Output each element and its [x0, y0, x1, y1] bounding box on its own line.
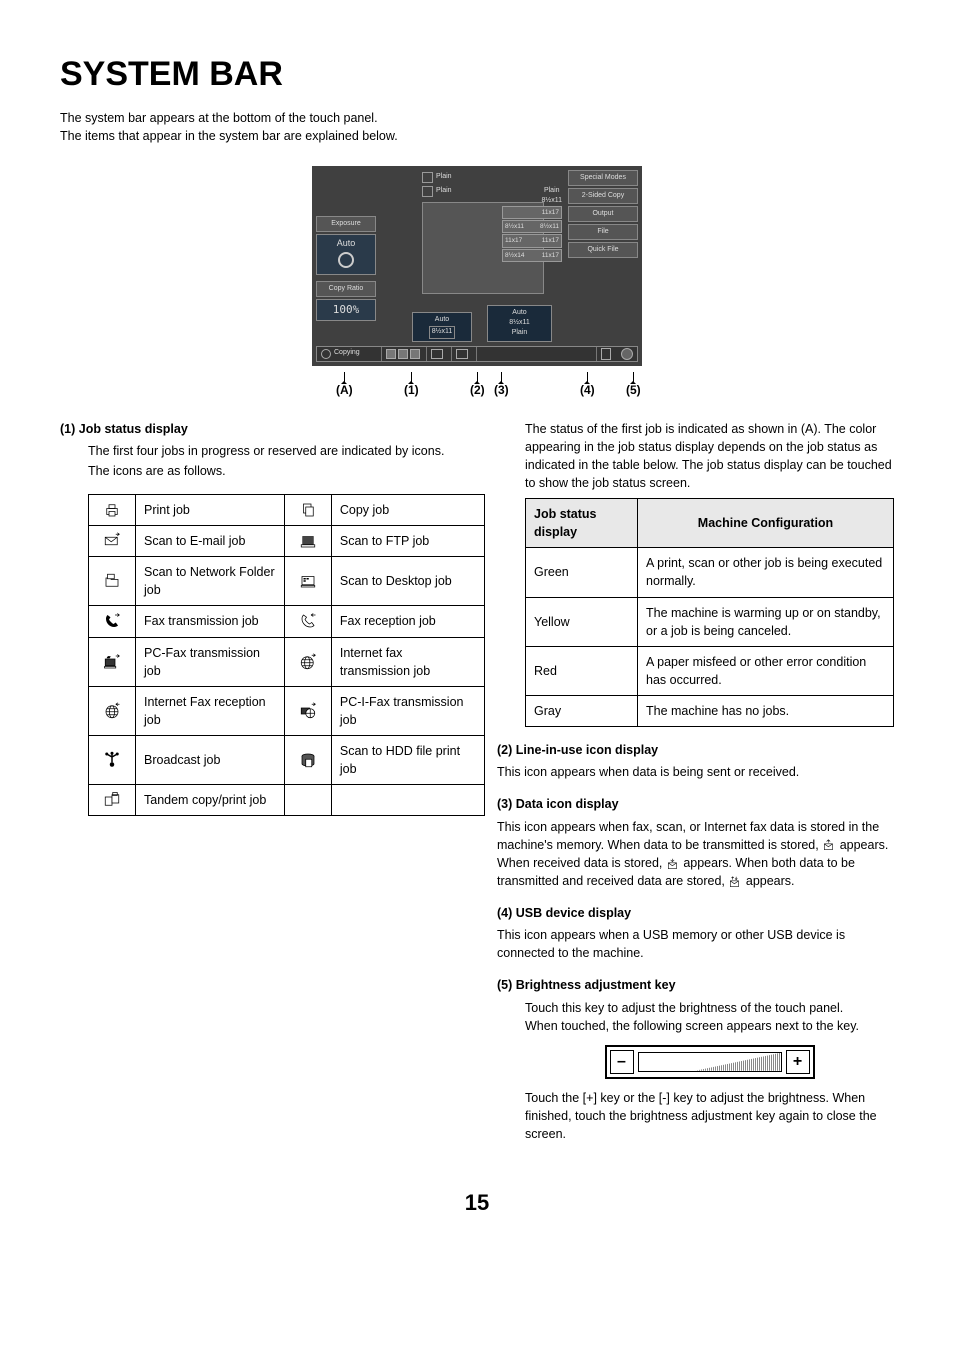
- copy-job-icon: [284, 494, 331, 525]
- intro-line-2: The items that appear in the system bar …: [60, 129, 398, 143]
- fax-rx-icon: [284, 606, 331, 637]
- empty-icon-cell: [284, 785, 331, 816]
- icon-label: Broadcast job: [136, 736, 285, 785]
- icon-label: Tandem copy/print job: [136, 785, 285, 816]
- intro-line-1: The system bar appears at the bottom of …: [60, 111, 378, 125]
- copy-ratio-value: 100%: [316, 299, 376, 321]
- sysbar-usb-icon: [596, 347, 621, 361]
- icon-label: Fax reception job: [331, 606, 484, 637]
- tray-list: 11x17 8½x118½x11 11x1711x17 8½x1411x17: [502, 206, 562, 264]
- icon-label: PC-Fax transmission job: [136, 637, 285, 686]
- page-title: SYSTEM BAR: [60, 50, 894, 99]
- label-5: (5): [626, 382, 641, 399]
- icon-label: PC-I-Fax transmission job: [331, 686, 484, 735]
- file-button: File: [568, 224, 638, 240]
- output-button: Output: [568, 206, 638, 222]
- section-5-p2: When touched, the following screen appea…: [525, 1017, 894, 1035]
- section-1-p1: The first four jobs in progress or reser…: [88, 442, 457, 460]
- table-row: GreenA print, scan or other job is being…: [526, 548, 894, 597]
- sysbar-reserved-jobs: [382, 347, 427, 361]
- sysbar-job-status: Copying: [334, 348, 360, 358]
- section-5-p1: Touch this key to adjust the brightness …: [525, 999, 894, 1017]
- icon-label: Fax transmission job: [136, 606, 285, 637]
- scan-network-folder-icon: [89, 557, 136, 606]
- two-sided-button: 2-Sided Copy: [568, 188, 638, 204]
- section-5-p3: Touch the [+] key or the [-] key to adju…: [525, 1089, 894, 1143]
- icon-label: Internet fax transmission job: [331, 637, 484, 686]
- ifax-tx-icon: [284, 637, 331, 686]
- label-4: (4): [580, 382, 595, 399]
- tx-data-icon: [822, 839, 836, 851]
- scan-email-icon: [89, 526, 136, 557]
- icon-label: [331, 785, 484, 816]
- quick-file-button: Quick File: [568, 242, 638, 258]
- scan-hdd-icon: [284, 736, 331, 785]
- paper-select-value: Auto8½x11Plain: [487, 305, 552, 341]
- label-2: (2): [470, 382, 485, 399]
- scan-desktop-icon: [284, 557, 331, 606]
- pcfax-tx-icon: [89, 637, 136, 686]
- right-intro-text: The status of the first job is indicated…: [525, 420, 894, 493]
- icon-label: Scan to E-mail job: [136, 526, 285, 557]
- table-row: RedA paper misfeed or other error condit…: [526, 646, 894, 695]
- tandem-icon: [89, 785, 136, 816]
- section-2-heading: (2) Line-in-use icon display: [497, 741, 894, 759]
- label-1: (1): [404, 382, 419, 399]
- brightness-track: [638, 1052, 782, 1072]
- intro-text: The system bar appears at the bottom of …: [60, 109, 894, 145]
- icon-label: Internet Fax reception job: [136, 686, 285, 735]
- icon-label: Scan to HDD file print job: [331, 736, 484, 785]
- system-bar: Copying: [316, 346, 638, 362]
- section-1-p2: The icons are as follows.: [88, 462, 457, 480]
- section-4-p1: This icon appears when a USB memory or o…: [497, 926, 894, 962]
- section-5-heading: (5) Brightness adjustment key: [497, 976, 894, 994]
- txrx-data-icon: [728, 876, 742, 888]
- icon-label: Scan to FTP job: [331, 526, 484, 557]
- section-1-heading: (1) Job status display: [60, 420, 457, 438]
- broadcast-icon: [89, 736, 136, 785]
- copy-ratio-button: Copy Ratio: [316, 281, 376, 297]
- icon-label: Print job: [136, 494, 285, 525]
- table-row: GrayThe machine has no jobs.: [526, 696, 894, 727]
- top-plain-2: Plain: [436, 186, 452, 196]
- table-row: YellowThe machine is warming up or on st…: [526, 597, 894, 646]
- icon-table: Print job Copy job Scan to E-mail job Sc…: [88, 494, 485, 817]
- top-plain-size: Plain8½x11: [542, 186, 563, 206]
- label-a: (A): [336, 382, 353, 399]
- status-table: Job status display Machine Configuration…: [525, 498, 894, 727]
- fax-tx-icon: [89, 606, 136, 637]
- brightness-plus-button: +: [786, 1050, 810, 1074]
- callout-labels: (A) (1) (2) (3) (4) (5): [312, 370, 642, 400]
- status-th-1: Job status display: [526, 499, 638, 548]
- section-2-p1: This icon appears when data is being sen…: [497, 763, 894, 781]
- icon-label: Scan to Network Folder job: [136, 557, 285, 606]
- scan-ftp-icon: [284, 526, 331, 557]
- icon-label: Copy job: [331, 494, 484, 525]
- brightness-slider-figure: – +: [605, 1045, 815, 1079]
- copier-screenshot: Plain Plain Plain8½x11 Exposure Auto Cop…: [312, 166, 642, 366]
- exposure-value: Auto: [316, 234, 376, 275]
- status-th-2: Machine Configuration: [638, 499, 894, 548]
- page-number: 15: [60, 1187, 894, 1219]
- section-3-heading: (3) Data icon display: [497, 795, 894, 813]
- brightness-minus-button: –: [610, 1050, 634, 1074]
- icon-label: Scan to Desktop job: [331, 557, 484, 606]
- special-modes-button: Special Modes: [568, 170, 638, 186]
- top-plain-1: Plain: [436, 172, 452, 182]
- sysbar-data-icon: [452, 347, 477, 361]
- label-3: (3): [494, 382, 509, 399]
- rx-data-icon: [666, 858, 680, 870]
- section-3-p1: This icon appears when fax, scan, or Int…: [497, 818, 894, 891]
- touch-panel-figure: Plain Plain Plain8½x11 Exposure Auto Cop…: [60, 166, 894, 400]
- exposure-button: Exposure: [316, 216, 376, 232]
- pcifax-tx-icon: [284, 686, 331, 735]
- sysbar-brightness-icon: [621, 348, 633, 360]
- original-value: Auto 8½x11: [412, 312, 472, 341]
- sysbar-line-icon: [427, 347, 452, 361]
- ifax-rx-icon: [89, 686, 136, 735]
- print-job-icon: [89, 494, 136, 525]
- section-4-heading: (4) USB device display: [497, 904, 894, 922]
